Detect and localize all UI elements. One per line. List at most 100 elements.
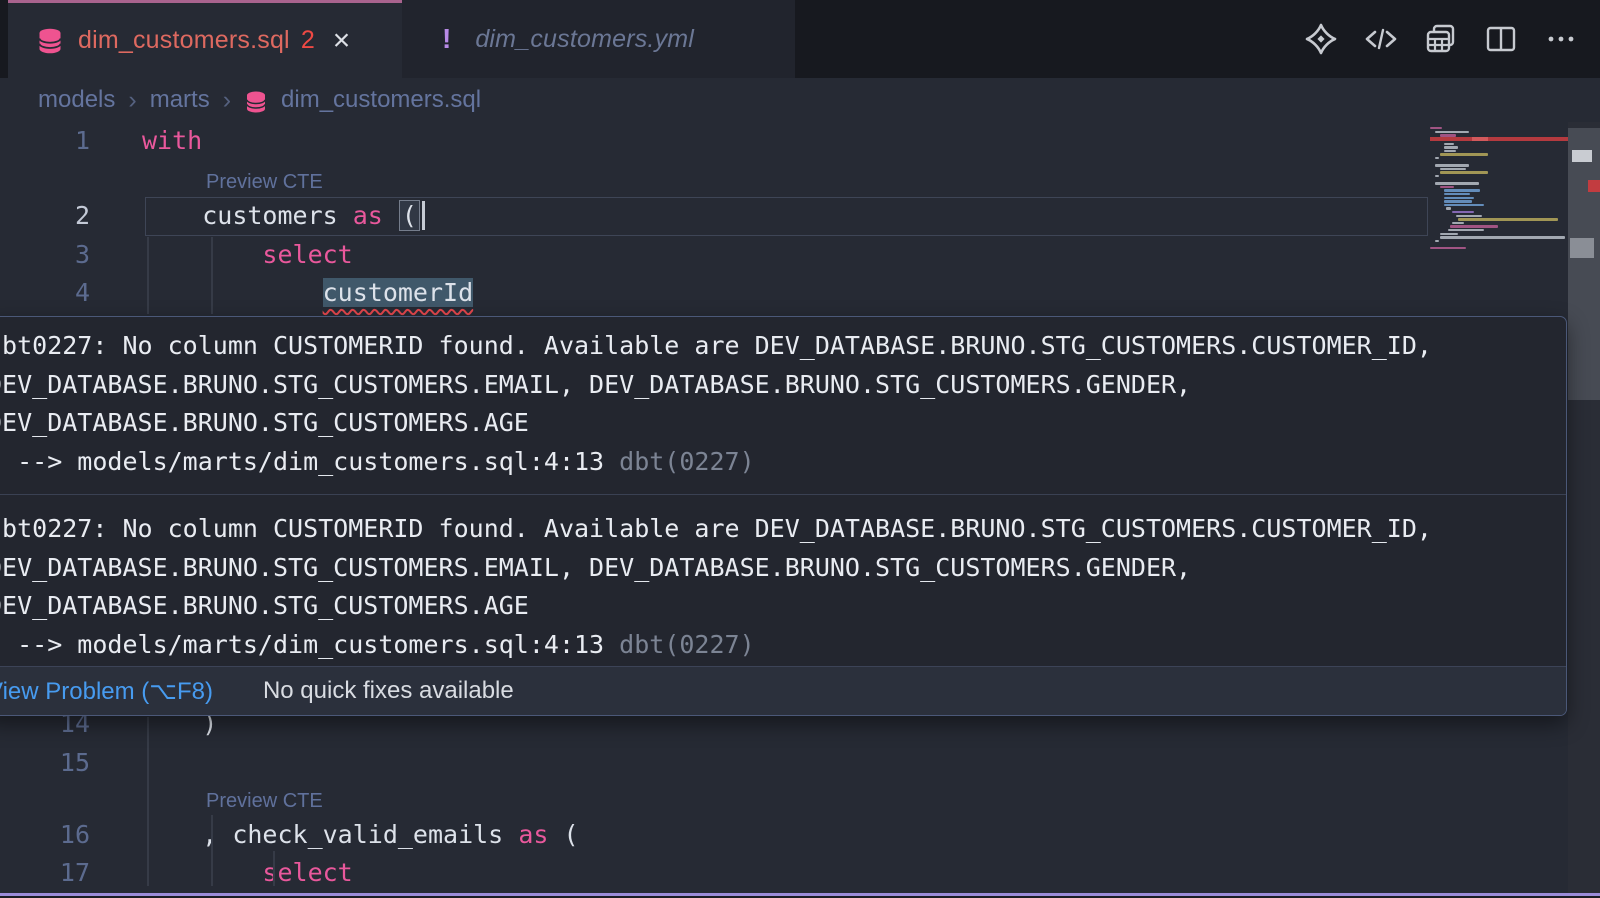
minimap-code-line [1435,157,1439,159]
breadcrumb: models › marts › dim_customers.sql [38,78,481,122]
code-area-top: 1 withPreview CTE 2 customers as (3 select… [0,122,1430,313]
matched-bracket: ( [399,200,420,231]
minimap-code-line [1440,171,1488,173]
dbt-extension-icon[interactable] [1304,22,1338,56]
minimap-code-line [1435,240,1439,242]
minimap-code-line [1440,153,1488,155]
code-area-bottom: 14 )15Preview CTE16 , check_valid_emails… [0,705,1430,893]
error-source-code: dbt(0227) [619,630,754,659]
tab-label: dim_customers.yml [475,25,694,54]
minimap-code-line [1440,233,1458,235]
indent-guide [147,237,149,314]
editor-tab-bar: dim_customers.sql 2 × ! dim_customers.ym… [0,0,1600,78]
code-text: select [142,236,353,275]
minimap-code-line [1430,127,1442,129]
minimap-code-line [1444,146,1458,148]
code-token: with [142,126,202,155]
compile-code-icon[interactable] [1364,22,1398,56]
minimap-code-line [1452,211,1474,213]
error-location-line: --> models/marts/dim_customers.sql:4:13 … [0,626,1566,665]
breadcrumb-models[interactable]: models [38,86,115,114]
minimap-code-line [1444,204,1484,206]
code-token: select [262,240,352,269]
error-message-line: DEV_DATABASE.BRUNO.STG_CUSTOMERS.AGE [0,587,1566,626]
minimap-code-line [1435,175,1439,177]
code-token [142,201,202,230]
code-token: , [142,820,232,849]
breadcrumb-marts[interactable]: marts [150,86,210,114]
indent-guide [273,851,275,886]
code-token: select [262,858,352,887]
minimap-code-line [1448,229,1484,231]
minimap[interactable] [1430,127,1568,257]
code-token [142,240,262,269]
overview-error-marker [1588,180,1600,192]
indent-guide [211,237,213,314]
code-text: select [142,854,353,893]
code-text: , check_valid_emails as ( [142,816,579,855]
code-line-1[interactable]: 1 with [0,122,1428,161]
more-actions-icon[interactable] [1544,22,1578,56]
view-problem-link[interactable]: View Problem (⌥F8) [0,677,213,706]
tab-problem-badge: 2 [301,26,315,55]
minimap-code-line [1450,225,1498,227]
minimap-code-line [1435,164,1469,166]
line-number: 1 [0,122,90,161]
code-line-4[interactable]: 4 customerId [0,274,1428,313]
code-token [503,820,518,849]
indent-guide [147,717,149,886]
code-token: as [353,201,383,230]
problem-hover-popup: dbt0227: No column CUSTOMERID found. Ava… [0,316,1567,716]
code-token [142,858,262,887]
split-editor-icon[interactable] [1484,22,1518,56]
minimap-code-line [1452,222,1464,224]
error-source-code: dbt(0227) [619,447,754,476]
query-results-icon[interactable] [1424,22,1458,56]
minimap-error-word [1472,137,1488,142]
line-number: 15 [0,744,90,783]
close-icon[interactable]: × [333,26,351,56]
error-highlighted-identifier: customerId [323,278,474,307]
tab-dim-customers-yml[interactable]: ! dim_customers.yml [402,0,795,78]
minimap-code-line [1440,186,1454,188]
minimap-code-line [1444,200,1472,202]
database-icon [244,90,268,114]
breadcrumb-file[interactable]: dim_customers.sql [281,86,481,114]
minimap-code-line [1456,215,1482,217]
error-message-line: DEV_DATABASE.BRUNO.STG_CUSTOMERS.EMAIL, … [0,366,1566,405]
code-token: customers [202,201,337,230]
line-number: 2 [0,197,90,236]
code-line-2[interactable]: 2 customers as ( [0,197,1428,236]
minimap-code-line [1430,247,1466,249]
error-location: --> models/marts/dim_customers.sql:4:13 [0,447,619,476]
error-message-block: dbt0227: No column CUSTOMERID found. Ava… [0,500,1566,672]
minimap-code-line [1444,189,1480,191]
no-quick-fixes-text: No quick fixes available [263,677,514,705]
code-token: as [518,820,548,849]
code-token [142,278,323,307]
codelens-row: Preview CTE [0,161,1428,197]
scrollbar-slider[interactable] [1568,128,1600,400]
error-message-line: dbt0227: No column CUSTOMERID found. Ava… [0,327,1566,366]
preview-cte-codelens[interactable]: Preview CTE [206,790,323,813]
minimap-code-line [1444,150,1456,152]
minimap-code-line [1435,131,1469,133]
warning-exclamation-icon: ! [442,23,451,55]
code-token [338,201,353,230]
error-location: --> models/marts/dim_customers.sql:4:13 [0,630,619,659]
text-cursor [422,201,425,230]
tab-dim-customers-sql[interactable]: dim_customers.sql 2 × [8,0,402,78]
code-text: with [142,122,202,161]
error-message-line: dbt0227: No column CUSTOMERID found. Ava… [0,510,1566,549]
code-line-16[interactable]: 16 , check_valid_emails as ( [0,816,1428,855]
code-text: customerId [142,274,473,313]
code-text: customers as ( [142,197,425,236]
minimap-code-line [1440,168,1466,170]
line-number: 16 [0,816,90,855]
code-line-15[interactable]: 15 [0,744,1428,783]
database-icon [36,27,64,55]
code-line-3[interactable]: 3 select [0,236,1428,275]
code-line-17[interactable]: 17 select [0,854,1428,893]
preview-cte-codelens[interactable]: Preview CTE [206,171,323,194]
minimap-code-line [1458,218,1558,220]
